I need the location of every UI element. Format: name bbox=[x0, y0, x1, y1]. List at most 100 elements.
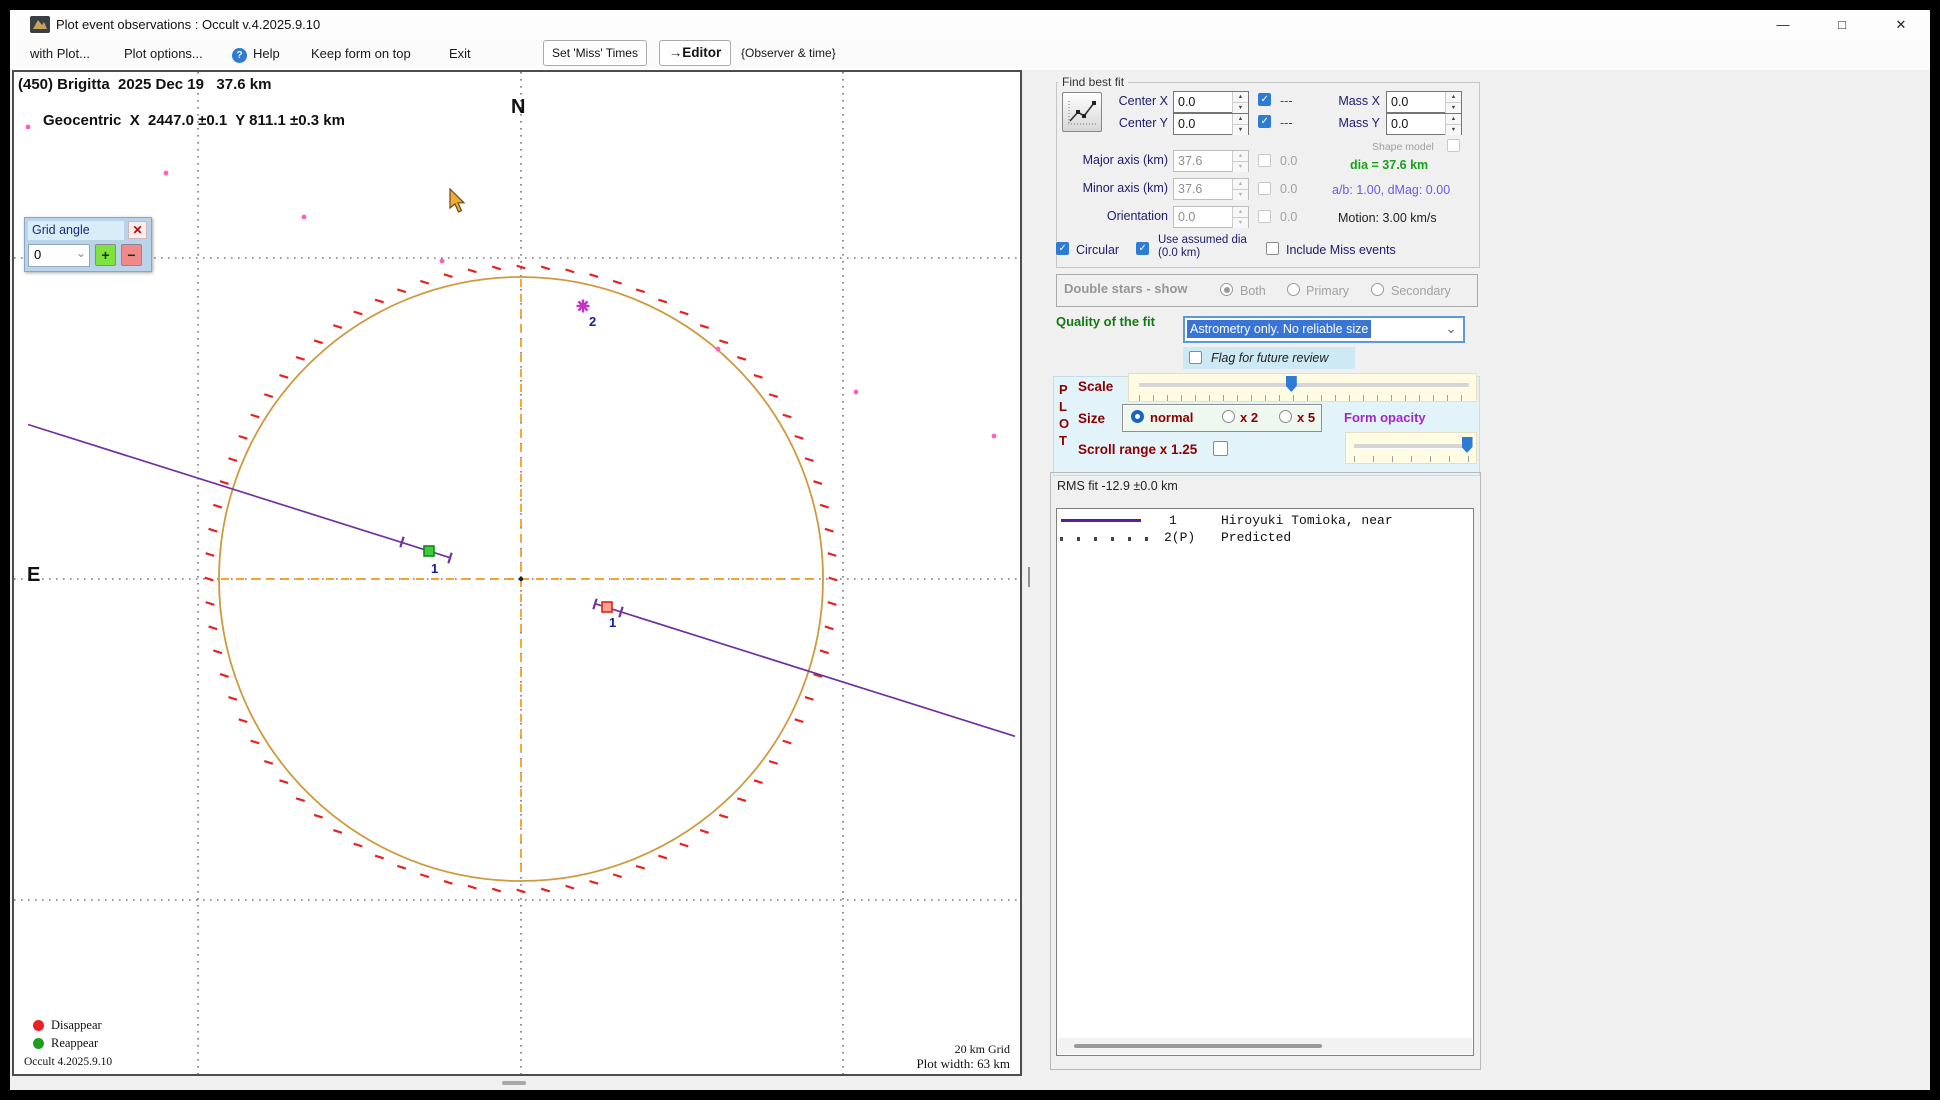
svg-text:1: 1 bbox=[431, 561, 438, 576]
mouse-cursor-icon bbox=[449, 188, 466, 213]
form-opacity-slider-ticks bbox=[1354, 456, 1470, 462]
spin-down-icon[interactable]: ▼ bbox=[1232, 124, 1248, 135]
observer-time-label: {Observer & time} bbox=[741, 46, 836, 60]
east-label: E bbox=[27, 564, 41, 586]
scroll-range-label: Scroll range x 1.25 bbox=[1078, 442, 1198, 457]
menu-with-plot[interactable]: with Plot... bbox=[30, 46, 90, 61]
flag-review-label: Flag for future review bbox=[1211, 351, 1329, 365]
grid-angle-plus-button[interactable]: + bbox=[95, 244, 116, 266]
scroll-range-checkbox[interactable] bbox=[1213, 441, 1228, 456]
spin-up-icon[interactable]: ▲ bbox=[1232, 114, 1248, 124]
center-y-label: Center Y bbox=[1118, 116, 1168, 130]
grid-angle-select[interactable]: 0 ⌄ bbox=[28, 244, 90, 267]
rms-fit-label: RMS fit -12.9 ±0.0 km bbox=[1057, 479, 1178, 493]
scale-slider-thumb[interactable] bbox=[1285, 376, 1297, 392]
plot-width-label: Plot width: 63 km bbox=[916, 1056, 1010, 1071]
mass-y-input[interactable]: 0.0 ▲ ▼ bbox=[1386, 113, 1462, 135]
scale-slider[interactable] bbox=[1128, 373, 1477, 402]
version-label: Occult 4.2025.9.10 bbox=[24, 1056, 113, 1068]
use-assumed-checkbox[interactable] bbox=[1136, 242, 1149, 255]
svg-text:2: 2 bbox=[589, 314, 596, 329]
spin-down-icon: ▼ bbox=[1232, 217, 1248, 228]
shape-model-checkbox[interactable] bbox=[1447, 139, 1460, 152]
chevron-down-icon: ⌄ bbox=[75, 246, 86, 260]
minimize-button[interactable]: — bbox=[1762, 12, 1804, 38]
list-hscrollbar-thumb[interactable] bbox=[1074, 1044, 1322, 1048]
list-item[interactable]: 1 Hiroyuki Tomioka, near bbox=[1057, 509, 1473, 528]
spin-down-icon[interactable]: ▼ bbox=[1445, 124, 1461, 135]
dotted-line-swatch bbox=[1060, 537, 1148, 541]
plot-area[interactable]: 1 1 2 (450) Brigitta 2025 Dec 19 37.6 km G… bbox=[12, 70, 1022, 1076]
major-axis-label: Major axis (km) bbox=[1082, 153, 1168, 167]
major-axis-checkbox bbox=[1258, 154, 1271, 167]
center-x-input[interactable]: 0.0 ▲ ▼ bbox=[1173, 91, 1249, 113]
spin-up-icon[interactable]: ▲ bbox=[1445, 92, 1461, 102]
size-x5-radio[interactable] bbox=[1279, 410, 1292, 423]
mass-x-label: Mass X bbox=[1338, 94, 1380, 108]
center-y-checkbox[interactable] bbox=[1258, 115, 1271, 128]
menu-help[interactable]: Help bbox=[253, 46, 280, 61]
north-label: N bbox=[511, 96, 526, 118]
shape-model-label: Shape model bbox=[1372, 141, 1434, 153]
form-opacity-slider[interactable] bbox=[1345, 432, 1477, 464]
form-opacity-slider-thumb[interactable] bbox=[1461, 437, 1473, 453]
include-miss-label: Include Miss events bbox=[1286, 243, 1396, 257]
center-x-checkbox[interactable] bbox=[1258, 93, 1271, 106]
size-label: Size bbox=[1078, 411, 1106, 426]
window-title: Plot event observations : Occult v.4.202… bbox=[56, 17, 321, 32]
maximize-button[interactable]: □ bbox=[1821, 12, 1863, 38]
menu-exit[interactable]: Exit bbox=[449, 46, 471, 61]
quality-select[interactable]: Astrometry only. No reliable size ⌄ bbox=[1183, 316, 1465, 343]
mountain-icon bbox=[33, 20, 47, 29]
form-opacity-slider-track[interactable] bbox=[1354, 444, 1470, 449]
fit-chart-button[interactable] bbox=[1062, 92, 1102, 132]
circular-label: Circular bbox=[1076, 243, 1120, 257]
center-y-input[interactable]: 0.0 ▲ ▼ bbox=[1173, 113, 1249, 135]
spin-down-icon[interactable]: ▼ bbox=[1232, 102, 1248, 113]
help-icon[interactable]: ? bbox=[232, 48, 247, 63]
spin-down-icon[interactable]: ▼ bbox=[1445, 102, 1461, 113]
size-normal-radio[interactable] bbox=[1131, 410, 1144, 423]
app-icon bbox=[30, 16, 50, 33]
plot-letter-l: L bbox=[1059, 399, 1067, 414]
list-hscrollbar[interactable] bbox=[1058, 1038, 1472, 1054]
form-opacity-label: Form opacity bbox=[1344, 410, 1426, 425]
legend-reappear: Reappear bbox=[51, 1036, 99, 1050]
grid-angle-close-icon[interactable]: ✕ bbox=[128, 221, 147, 239]
grid-angle-minus-button[interactable]: − bbox=[121, 244, 142, 266]
mass-x-input[interactable]: 0.0 ▲ ▼ bbox=[1386, 91, 1462, 113]
quality-label: Quality of the fit bbox=[1056, 314, 1155, 329]
spin-up-icon[interactable]: ▲ bbox=[1445, 114, 1461, 124]
menu-keep-on-top[interactable]: Keep form on top bbox=[311, 46, 411, 61]
vertical-scrollbar[interactable] bbox=[1028, 567, 1030, 587]
orientation-checkbox bbox=[1258, 210, 1271, 223]
plot-title: (450) Brigitta 2025 Dec 19 37.6 km Geoce… bbox=[18, 76, 345, 129]
spin-up-icon[interactable]: ▲ bbox=[1232, 92, 1248, 102]
minor-axis-checkbox bbox=[1258, 182, 1271, 195]
set-miss-times-button[interactable]: Set 'Miss' Times bbox=[543, 40, 647, 66]
menu-plot-options[interactable]: Plot options... bbox=[124, 46, 203, 61]
reappear-dot-icon bbox=[33, 1038, 44, 1049]
list-item[interactable]: 2(P) Predicted bbox=[1057, 526, 1473, 545]
use-assumed-label: Use assumed dia (0.0 km) bbox=[1158, 234, 1247, 260]
menu-bar: with Plot... Plot options... ? Help Keep… bbox=[10, 40, 1930, 70]
center-y-dashes: --- bbox=[1280, 116, 1293, 130]
scale-slider-track[interactable] bbox=[1139, 383, 1469, 388]
editor-button[interactable]: →Editor bbox=[659, 40, 731, 66]
size-x2-radio[interactable] bbox=[1222, 410, 1235, 423]
observer-list[interactable]: 1 Hiroyuki Tomioka, near 2(P) Predicted bbox=[1056, 508, 1474, 1056]
include-miss-checkbox[interactable] bbox=[1266, 242, 1279, 255]
close-button[interactable]: ✕ bbox=[1880, 12, 1922, 38]
horizontal-scrollbar[interactable] bbox=[502, 1081, 526, 1085]
scale-label: Scale bbox=[1078, 379, 1114, 394]
flag-review-checkbox[interactable] bbox=[1189, 351, 1202, 364]
find-best-fit-label: Find best fit bbox=[1058, 75, 1129, 89]
mass-y-label: Mass Y bbox=[1338, 116, 1380, 130]
center-x-label: Center X bbox=[1118, 94, 1168, 108]
circular-checkbox[interactable] bbox=[1056, 242, 1069, 255]
app-window: Plot event observations : Occult v.4.202… bbox=[10, 10, 1930, 1090]
grid-scale-label: 20 km Grid bbox=[954, 1042, 1010, 1056]
double-stars-label: Double stars - show bbox=[1064, 281, 1188, 296]
plot-letter-t: T bbox=[1059, 433, 1067, 448]
grid-angle-panel: Grid angle ✕ 0 ⌄ + − bbox=[24, 217, 152, 272]
